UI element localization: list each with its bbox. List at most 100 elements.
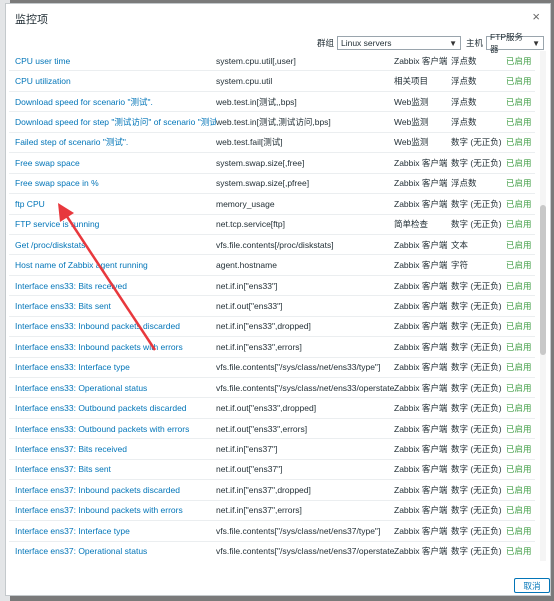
item-name-link[interactable]: Host name of Zabbix agent running <box>9 260 216 270</box>
item-name-link[interactable]: Free swap space <box>9 158 216 168</box>
table-row: Download speed for step "测试访问" of scenar… <box>9 112 535 133</box>
item-name-link[interactable]: Free swap space in % <box>9 178 216 188</box>
item-key: web.test.in[测试,测试访问,bps] <box>216 117 331 128</box>
item-type: Zabbix 客户端 <box>394 178 448 189</box>
item-value-type: 数字 (无正负) <box>451 525 502 536</box>
item-type: Web监测 <box>394 117 429 128</box>
item-name-link[interactable]: Interface ens33: Operational status <box>9 383 216 393</box>
item-key: vfs.file.contents[/proc/diskstats] <box>216 239 334 250</box>
item-status: 已启用 <box>506 403 532 414</box>
group-select[interactable]: Linux servers ▼ <box>336 36 461 50</box>
item-value-type: 数字 (无正负) <box>451 484 502 495</box>
table-row: Interface ens37: Operational status vfs.f… <box>9 542 535 561</box>
group-label: 群组 <box>316 38 334 48</box>
item-key: net.if.out["ens37"] <box>216 464 283 475</box>
item-name-link[interactable]: Interface ens37: Interface type <box>9 526 216 536</box>
item-value-type: 数字 (无正负) <box>451 198 502 209</box>
table-row: Get /proc/diskstats vfs.file.contents[/pr… <box>9 235 535 256</box>
item-type: Web监测 <box>394 137 429 148</box>
dialog-title: 监控项 <box>15 14 48 26</box>
item-name-link[interactable]: Interface ens37: Bits received <box>9 444 216 454</box>
item-name-link[interactable]: Interface ens33: Outbound packets discar… <box>9 403 216 413</box>
table-row: Free swap space in % system.swap.size[,pf… <box>9 174 535 195</box>
item-type: Zabbix 客户端 <box>394 403 448 414</box>
chevron-down-icon: ▼ <box>532 38 540 48</box>
item-name-link[interactable]: Interface ens33: Bits sent <box>9 301 216 311</box>
item-name-link[interactable]: CPU user time <box>9 56 216 66</box>
item-value-type: 数字 (无正负) <box>451 403 502 414</box>
item-value-type: 文本 <box>451 239 469 250</box>
item-name-link[interactable]: Interface ens37: Bits sent <box>9 464 216 474</box>
scrollbar-thumb[interactable] <box>540 205 546 355</box>
item-type: Zabbix 客户端 <box>394 157 448 168</box>
item-key: vfs.file.contents["/sys/class/net/ens33/… <box>216 382 394 393</box>
item-name-link[interactable]: Interface ens33: Outbound packets with e… <box>9 424 216 434</box>
item-key: vfs.file.contents["/sys/class/net/ens37/… <box>216 546 394 557</box>
item-status: 已启用 <box>506 484 532 495</box>
table-row: Free swap space system.swap.size[,free] Za… <box>9 153 535 174</box>
item-type: 相关项目 <box>394 76 429 87</box>
filter-bar: 群组 Linux servers ▼ 主机 FTP服务器 ▼ <box>315 32 544 54</box>
host-label: 主机 <box>465 38 483 48</box>
item-name-link[interactable]: Interface ens37: Operational status <box>9 546 216 556</box>
table-row: Failed step of scenario "测试". web.test.fa… <box>9 133 535 154</box>
item-type: Zabbix 客户端 <box>394 280 448 291</box>
item-type: Zabbix 客户端 <box>394 341 448 352</box>
item-key: vfs.file.contents["/sys/class/net/ens37/… <box>216 525 381 536</box>
table-row: Interface ens33: Operational status vfs.f… <box>9 378 535 399</box>
table-row: Interface ens33: Inbound packets discard… <box>9 317 535 338</box>
item-status: 已启用 <box>506 341 532 352</box>
group-select-value: Linux servers <box>340 38 392 48</box>
item-type: Zabbix 客户端 <box>394 300 448 311</box>
table-row: Interface ens33: Bits received net.if.in[… <box>9 276 535 297</box>
item-status: 已启用 <box>506 382 532 393</box>
item-key: net.if.in["ens37"] <box>216 444 278 455</box>
item-name-link[interactable]: Interface ens37: Inbound packets discard… <box>9 485 216 495</box>
item-name-link[interactable]: Download speed for scenario "测试". <box>9 96 216 108</box>
item-key: net.if.in["ens37",errors] <box>216 505 302 516</box>
item-value-type: 数字 (无正负) <box>451 546 502 557</box>
item-type: Zabbix 客户端 <box>394 484 448 495</box>
item-type: Zabbix 客户端 <box>394 239 448 250</box>
item-value-type: 数字 (无正负) <box>451 321 502 332</box>
table-row: Interface ens33: Outbound packets discar… <box>9 398 535 419</box>
item-name-link[interactable]: FTP service is running <box>9 219 216 229</box>
item-name-link[interactable]: Interface ens33: Interface type <box>9 362 216 372</box>
item-name-link[interactable]: CPU utilization <box>9 76 216 86</box>
table-row: Interface ens37: Interface type vfs.file.… <box>9 521 535 542</box>
item-type: 简单检查 <box>394 219 429 230</box>
table-row: CPU utilization system.cpu.util 相关项目 浮点数 已启用 <box>9 71 535 92</box>
close-icon[interactable]: × <box>532 10 540 23</box>
item-type: Zabbix 客户端 <box>394 464 448 475</box>
item-status: 已启用 <box>506 423 532 434</box>
item-key: net.if.out["ens33",dropped] <box>216 403 317 414</box>
table-row: Interface ens37: Inbound packets discard… <box>9 480 535 501</box>
item-value-type: 浮点数 <box>451 55 477 66</box>
item-value-type: 数字 (无正负) <box>451 280 502 291</box>
item-type: Zabbix 客户端 <box>394 444 448 455</box>
table-row: Interface ens37: Bits received net.if.in[… <box>9 439 535 460</box>
table-row: Download speed for scenario "测试". web.tes… <box>9 92 535 113</box>
item-key: agent.hostname <box>216 260 277 271</box>
item-name-link[interactable]: Failed step of scenario "测试". <box>9 136 216 148</box>
item-name-link[interactable]: Interface ens37: Inbound packets with er… <box>9 505 216 515</box>
item-key: net.if.in["ens33",dropped] <box>216 321 311 332</box>
item-status: 已启用 <box>506 157 532 168</box>
item-value-type: 数字 (无正负) <box>451 300 502 311</box>
item-value-type: 浮点数 <box>451 76 477 87</box>
item-name-link[interactable]: Download speed for step "测试访问" of scenar… <box>9 116 216 128</box>
item-name-link[interactable]: Interface ens33: Inbound packets with er… <box>9 342 216 352</box>
cancel-button[interactable]: 取消 <box>514 578 550 593</box>
item-name-link[interactable]: Interface ens33: Bits received <box>9 281 216 291</box>
item-name-link[interactable]: Interface ens33: Inbound packets discard… <box>9 321 216 331</box>
item-status: 已启用 <box>506 198 532 209</box>
item-key: net.if.in["ens37",dropped] <box>216 484 311 495</box>
item-status: 已启用 <box>506 362 532 373</box>
table-row: Interface ens33: Bits sent net.if.out["en… <box>9 296 535 317</box>
host-select[interactable]: FTP服务器 ▼ <box>486 32 544 54</box>
table-row: Host name of Zabbix agent running agent.h… <box>9 255 535 276</box>
item-value-type: 数字 (无正负) <box>451 382 502 393</box>
item-name-link[interactable]: ftp CPU <box>9 199 216 209</box>
item-key: vfs.file.contents["/sys/class/net/ens33/… <box>216 362 381 373</box>
item-name-link[interactable]: Get /proc/diskstats <box>9 240 216 250</box>
